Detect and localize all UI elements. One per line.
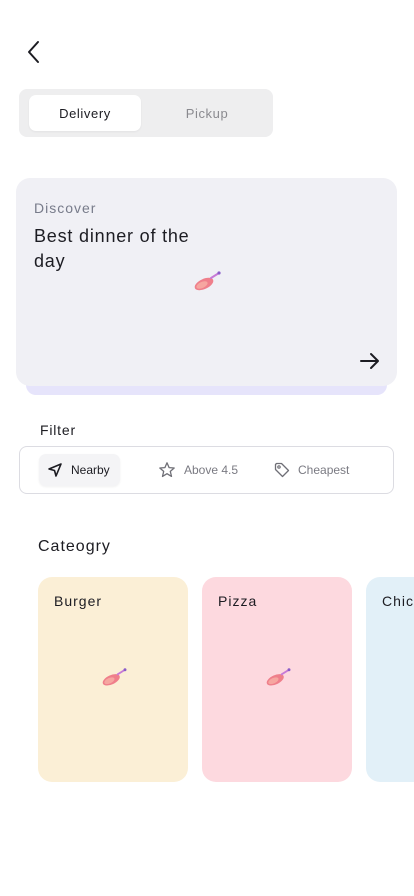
- tab-pickup[interactable]: Pickup: [151, 95, 263, 131]
- filter-heading: Filter: [40, 422, 76, 438]
- delivery-pickup-switch: Delivery Pickup: [19, 89, 273, 137]
- chevron-left-icon: [28, 41, 39, 63]
- food-illustration-icon: [194, 271, 221, 291]
- food-illustration-icon: [102, 668, 127, 686]
- filter-bar: Nearby Above 4.5 Cheapest: [19, 446, 394, 494]
- discover-title: Best dinner of the day: [34, 226, 190, 271]
- filter-chip-label: Cheapest: [298, 463, 350, 477]
- category-label: Chic: [382, 593, 414, 609]
- navigation-arrow-icon: [48, 463, 62, 477]
- filter-chip-label: Above 4.5: [184, 463, 239, 477]
- category-card-pizza[interactable]: Pizza: [202, 577, 352, 782]
- filter-chip-rating[interactable]: Above 4.5: [158, 454, 238, 486]
- filter-chip-label: Nearby: [71, 463, 110, 477]
- filter-chip-nearby[interactable]: Nearby: [39, 454, 120, 486]
- arrow-right-icon: [360, 353, 379, 369]
- discover-card[interactable]: Discover Best dinner of the day: [16, 178, 397, 386]
- category-card-chicken[interactable]: Chic: [366, 577, 414, 782]
- star-icon: [159, 462, 175, 478]
- tab-delivery[interactable]: Delivery: [29, 95, 141, 131]
- discover-arrow-button[interactable]: [357, 348, 383, 374]
- back-button[interactable]: [20, 38, 48, 66]
- price-tag-icon: [274, 462, 290, 478]
- category-label: Burger: [54, 593, 103, 609]
- category-label: Pizza: [218, 593, 258, 609]
- category-heading: Cateogry: [38, 538, 111, 555]
- category-card-burger[interactable]: Burger: [38, 577, 188, 782]
- discover-kicker: Discover: [34, 200, 97, 216]
- filter-chip-cheapest[interactable]: Cheapest: [274, 454, 349, 486]
- food-illustration-icon: [266, 668, 291, 686]
